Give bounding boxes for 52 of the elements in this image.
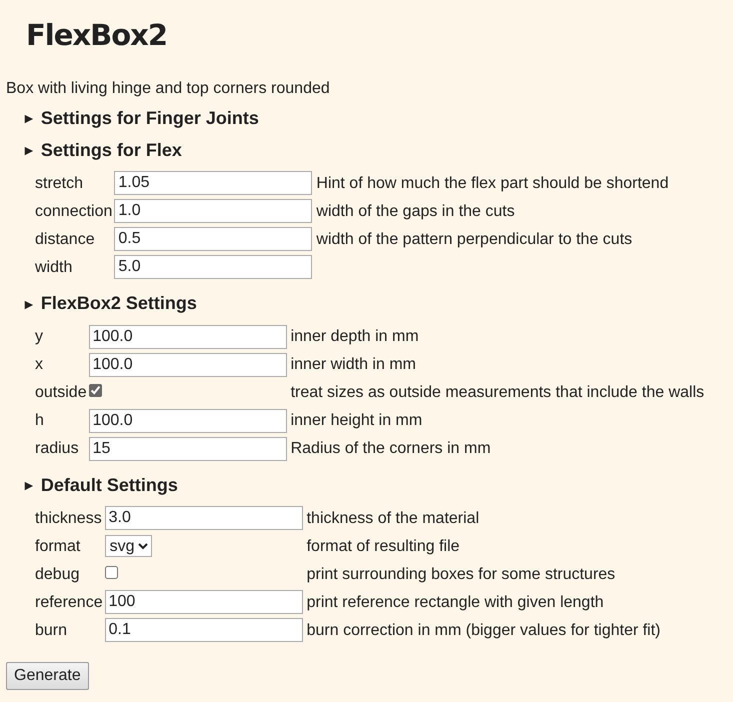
field-label: stretch	[35, 174, 84, 192]
help-text: width of the gaps in the cuts	[316, 202, 515, 220]
help-text: burn correction in mm (bigger values for tighter fit)	[306, 622, 661, 639]
field-label: h	[35, 412, 44, 430]
field-label: reference	[35, 594, 103, 611]
field-label: radius	[35, 440, 79, 458]
help-text: inner depth in mm	[290, 328, 419, 346]
input-field[interactable]: 5.0	[114, 255, 312, 280]
help-text: inner height in mm	[290, 412, 422, 430]
input-field[interactable]: 0.1	[104, 618, 303, 642]
help-text: treat sizes as outside measurements that include the walls	[290, 384, 704, 402]
page-title: FlexBox2	[26, 18, 168, 53]
section-heading[interactable]: Settings for Finger Joints	[40, 108, 259, 130]
help-text: thickness of the material	[306, 510, 480, 527]
field-label: thickness	[35, 510, 102, 527]
field-label: connection	[35, 202, 112, 220]
help-text: format of resulting file	[306, 538, 460, 555]
help-text: inner width in mm	[290, 356, 416, 374]
help-text: width of the pattern perpendicular to the cuts	[316, 230, 632, 248]
input-field[interactable]: 100	[104, 590, 303, 614]
input-field[interactable]: 100.0	[88, 324, 287, 349]
input-field[interactable]: 0.5	[114, 227, 312, 252]
field-label: outside	[35, 384, 87, 402]
input-field[interactable]: 1.0	[114, 199, 312, 224]
section-heading[interactable]: FlexBox2 Settings	[40, 293, 197, 315]
expand-toggle[interactable]: ►	[22, 142, 36, 159]
format-select[interactable]: svg	[104, 535, 152, 558]
help-text: print reference rectangle with given length	[306, 594, 604, 611]
field-label: y	[35, 328, 43, 346]
field-label: format	[35, 538, 80, 555]
expand-toggle[interactable]: ►	[22, 477, 36, 494]
generate-button[interactable]: Generate	[6, 662, 89, 690]
help-text: Radius of the corners in mm	[290, 440, 491, 458]
checkbox[interactable]	[104, 566, 118, 579]
expand-toggle[interactable]: ►	[22, 296, 36, 312]
help-text: print surrounding boxes for some structures	[306, 566, 616, 583]
description-text: Box with living hinge and top corners rounded	[6, 78, 331, 98]
checkbox[interactable]	[88, 384, 102, 398]
field-label: x	[35, 356, 43, 374]
section-heading[interactable]: Settings for Flex	[40, 140, 182, 162]
expand-toggle[interactable]: ►	[22, 110, 36, 128]
input-field[interactable]: 1.05	[114, 171, 312, 196]
input-field[interactable]: 100.0	[88, 352, 287, 377]
field-label: debug	[35, 566, 80, 583]
input-field[interactable]: 100.0	[88, 408, 287, 433]
section-heading[interactable]: Default Settings	[40, 474, 178, 496]
input-field[interactable]: 15	[88, 436, 287, 461]
field-label: distance	[35, 230, 95, 248]
help-text: Hint of how much the flex part should be shortend	[316, 174, 669, 192]
field-label: width	[35, 258, 72, 276]
input-field[interactable]: 3.0	[104, 506, 303, 530]
field-label: burn	[35, 622, 68, 639]
